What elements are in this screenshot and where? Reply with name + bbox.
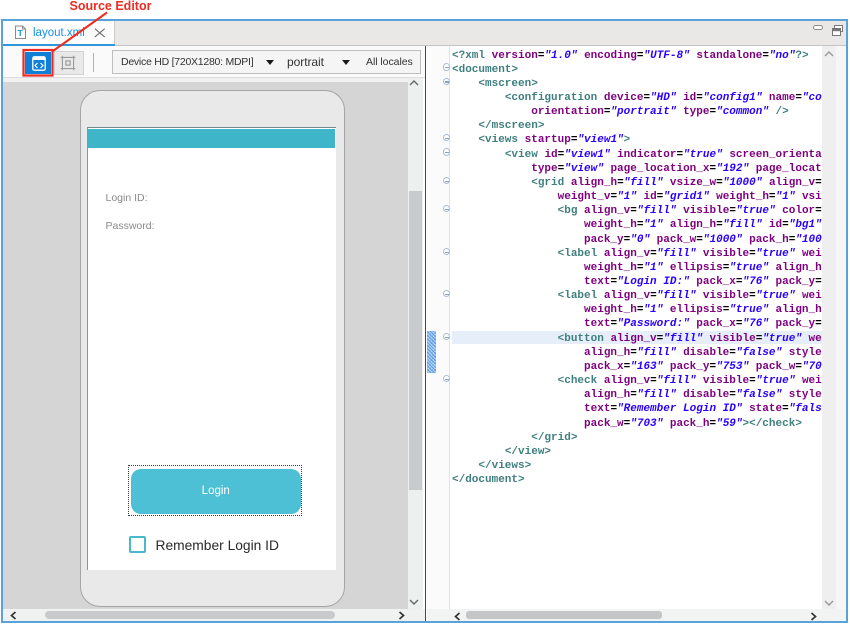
svg-text:T: T — [18, 28, 24, 38]
